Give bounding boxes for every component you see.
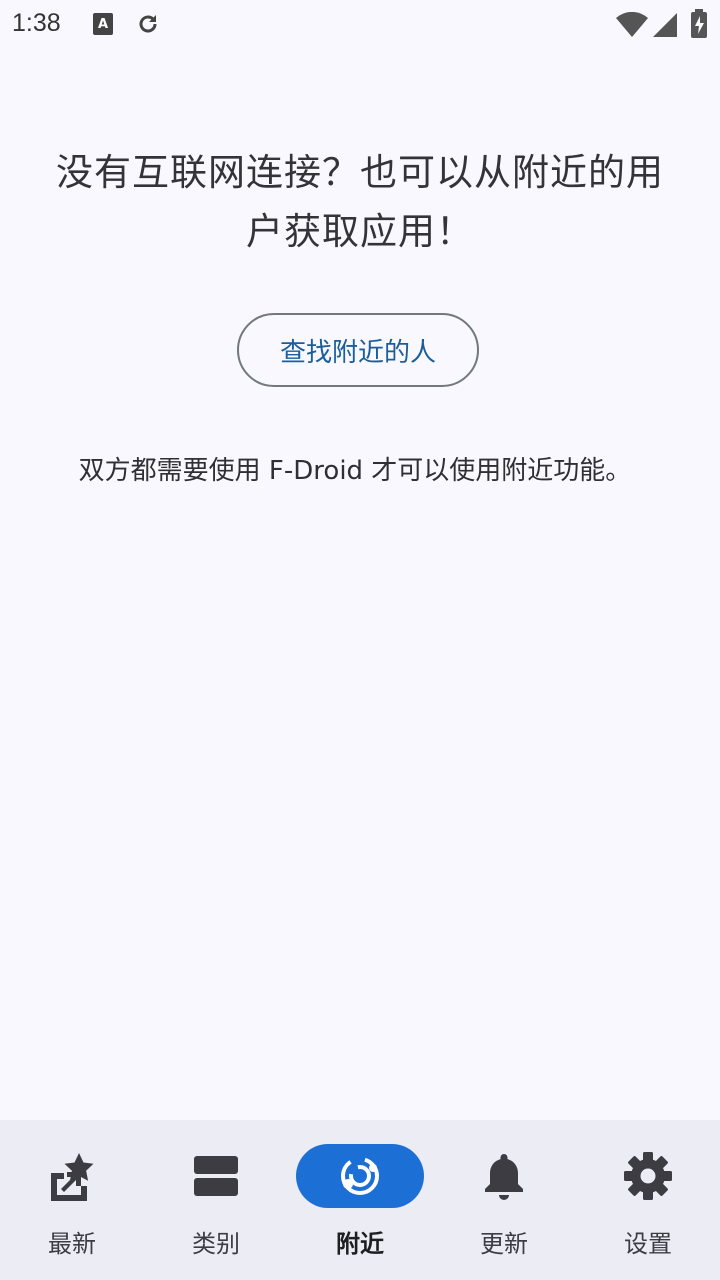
- svg-text:A: A: [98, 17, 108, 32]
- nav-label-updates: 更新: [480, 1230, 528, 1258]
- nearby-headline: 没有互联网连接？也可以从附近的用户获取应用！: [56, 151, 664, 253]
- new-star-icon: [47, 1151, 97, 1201]
- nav-item-nearby[interactable]: 附近: [288, 1120, 432, 1280]
- gear-icon: [623, 1151, 673, 1201]
- nav-label-nearby: 附近: [336, 1230, 384, 1258]
- wifi-icon: [616, 11, 648, 42]
- nav-item-updates[interactable]: 更新: [432, 1120, 576, 1280]
- nav-item-latest[interactable]: 最新: [0, 1120, 144, 1280]
- nearby-icon: [335, 1151, 385, 1201]
- nav-item-settings[interactable]: 设置: [576, 1120, 720, 1280]
- status-time: 1:38: [12, 9, 61, 37]
- nav-item-categories[interactable]: 类别: [144, 1120, 288, 1280]
- signal-icon: [652, 12, 678, 42]
- bottom-navigation: 最新 类别 附近 更新 设置: [0, 1120, 720, 1280]
- nav-label-latest: 最新: [48, 1230, 96, 1258]
- nav-label-settings: 设置: [624, 1230, 672, 1258]
- nav-label-categories: 类别: [192, 1230, 240, 1258]
- find-nearby-button[interactable]: 查找附近的人: [237, 313, 479, 387]
- sync-icon: [136, 12, 160, 40]
- categories-icon: [191, 1151, 241, 1201]
- bell-icon: [479, 1151, 529, 1201]
- status-bar: 1:38 A: [0, 0, 720, 48]
- keyboard-a-icon: A: [92, 12, 114, 40]
- nearby-info-text: 双方都需要使用 F-Droid 才可以使用附近功能。: [78, 456, 632, 486]
- battery-icon: [690, 9, 708, 43]
